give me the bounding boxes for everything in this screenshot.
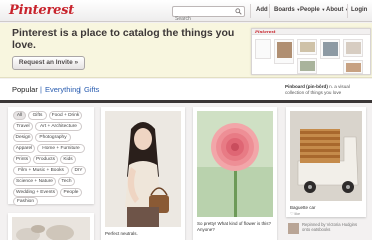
pin-card[interactable]: Perfect neutrals. xyxy=(101,107,185,240)
tag-products[interactable]: Products xyxy=(33,155,58,164)
pin-caption: Perfect neutrals. xyxy=(105,231,138,236)
preview-topbar: Pinterest xyxy=(252,29,370,35)
nav-add[interactable]: Add xyxy=(256,7,268,13)
tab-separator: | xyxy=(79,85,81,94)
nav-login[interactable]: Login xyxy=(351,7,367,13)
preview-pin xyxy=(297,39,317,55)
repin-credit: Repinned by Victoria Hudgins onto eatsbo… xyxy=(288,220,370,240)
tag-gifts[interactable]: Gifts xyxy=(28,111,47,120)
tag-design[interactable]: Design xyxy=(13,133,33,142)
preview-tags xyxy=(255,39,271,59)
pin-image[interactable] xyxy=(8,213,94,240)
site-preview-image: Pinterest xyxy=(251,28,371,75)
nav-divider xyxy=(269,4,270,18)
repin-text: Repinned by Victoria Hudgins onto eatsbo… xyxy=(302,222,370,232)
pinterest-logo[interactable]: Pinterest xyxy=(9,3,74,18)
pinboard-definition: Pinboard (pin-bôrd) n. a visual collecti… xyxy=(285,84,369,95)
search-icon[interactable] xyxy=(235,8,242,15)
pin-caption: Baguette car xyxy=(290,205,316,210)
tag-wedding-events[interactable]: Wedding + Events xyxy=(13,188,58,197)
preview-logo: Pinterest xyxy=(255,29,276,34)
preview-pin xyxy=(343,60,363,74)
nav-people[interactable]: People ▼ xyxy=(300,7,325,13)
tag-apparel[interactable]: Apparel xyxy=(13,144,35,153)
nav-about-label: About xyxy=(326,7,344,13)
pin-caption: So pretty! What kind of flower is this? … xyxy=(197,221,272,232)
preview-pin xyxy=(320,39,340,59)
tag-food-drink[interactable]: Food + Drink xyxy=(49,111,82,120)
search-box[interactable] xyxy=(172,6,245,24)
definition-term: Pinboard (pin-bôrd) xyxy=(285,84,328,89)
pin-card[interactable]: Baguette car ♡ like xyxy=(286,107,366,217)
nav-boards-label: Boards xyxy=(274,7,295,13)
chevron-down-icon: ▼ xyxy=(321,7,326,12)
nav-divider xyxy=(250,4,251,18)
pin-image[interactable] xyxy=(193,107,277,219)
tab-everything[interactable]: Everything xyxy=(45,85,80,94)
tab-separator: | xyxy=(40,85,42,94)
pin-image[interactable] xyxy=(101,107,185,227)
banner-headline: Pinterest is a place to catalog the thin… xyxy=(12,27,235,51)
tab-gifts[interactable]: Gifts xyxy=(84,85,99,94)
pin-image[interactable] xyxy=(286,107,366,203)
pin-card[interactable]: So pretty! What kind of flower is this? … xyxy=(193,107,277,240)
category-nav: Popular | Everything | Gifts Pinboard (p… xyxy=(0,79,372,103)
nav-people-label: People xyxy=(300,7,320,13)
preview-pin xyxy=(274,39,294,64)
top-nav-bar: Pinterest Add Boards ▼ People ▼ About ▼ … xyxy=(0,0,372,24)
tag-science-nature[interactable]: Science + Nature xyxy=(13,177,56,186)
tag-travel[interactable]: Travel xyxy=(13,122,33,131)
tab-popular[interactable]: Popular xyxy=(12,85,38,94)
tag-fashion[interactable]: Fashion xyxy=(13,197,38,206)
preview-pin xyxy=(297,58,317,74)
tag-art-architecture[interactable]: Art + Architecture xyxy=(35,122,82,131)
nav-divider xyxy=(347,4,348,18)
tag-people[interactable]: People xyxy=(60,188,82,197)
tag-all[interactable]: All xyxy=(13,111,26,120)
preview-pin xyxy=(343,39,363,57)
request-invite-button[interactable]: Request an Invite » xyxy=(12,56,85,70)
tag-tech[interactable]: Tech xyxy=(58,177,75,186)
tag-film-music-books[interactable]: Film + Music + Books xyxy=(13,166,69,175)
repin-line-2[interactable]: onto eatsbooks xyxy=(302,227,370,232)
tag-prints[interactable]: Prints xyxy=(13,155,31,164)
tag-photography[interactable]: Photography xyxy=(35,133,71,142)
category-tags-panel: All Gifts Food + Drink Travel Art + Arch… xyxy=(8,107,94,206)
pin-like-count: ♡ like xyxy=(290,212,301,216)
pin-card[interactable] xyxy=(8,213,94,240)
tag-diy[interactable]: DIY xyxy=(71,166,86,175)
tag-kids[interactable]: Kids xyxy=(60,155,76,164)
avatar[interactable] xyxy=(288,223,299,234)
nav-about[interactable]: About ▼ xyxy=(326,7,349,13)
tag-home-furniture[interactable]: Home + Furniture xyxy=(37,144,85,153)
nav-boards[interactable]: Boards ▼ xyxy=(274,7,300,13)
